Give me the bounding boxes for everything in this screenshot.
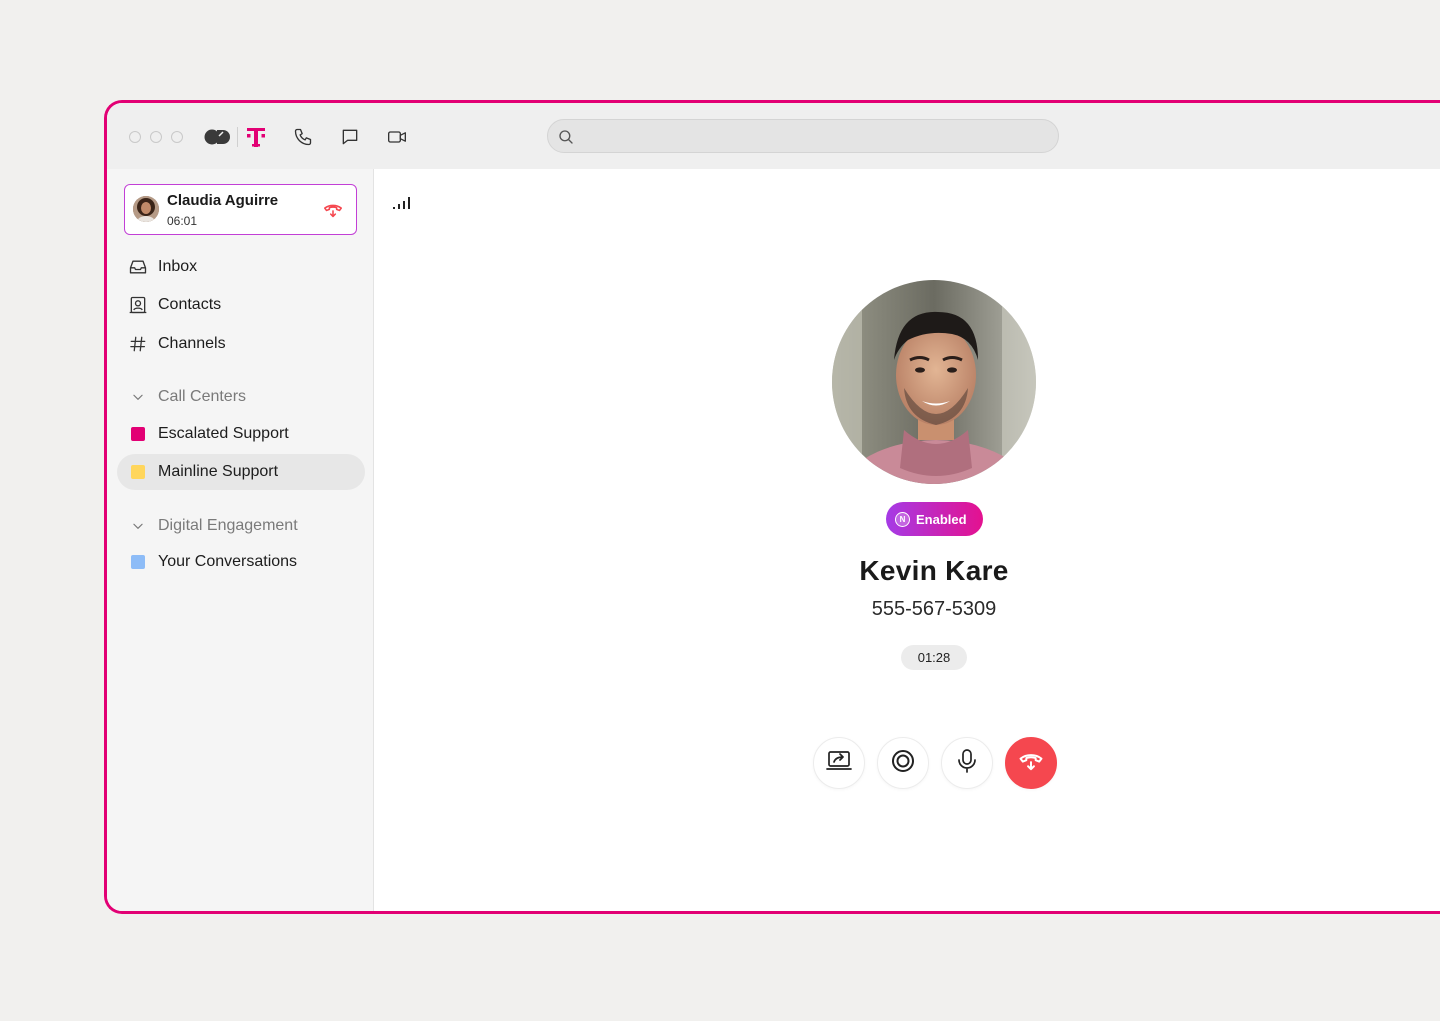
title-bar xyxy=(107,103,1440,170)
caller-phone: 555-567-5309 xyxy=(871,598,997,620)
inbox-icon xyxy=(128,257,148,277)
ai-badge-icon: N xyxy=(895,511,910,527)
contacts-icon xyxy=(128,295,148,315)
caller-photo xyxy=(832,280,1036,484)
window-minimize-button[interactable] xyxy=(150,131,162,143)
hang-up-icon xyxy=(1017,747,1045,780)
sidebar-item-label: Your Conversations xyxy=(158,553,298,570)
caller-name: Kevin Kare xyxy=(859,555,1009,586)
sidebar-item-label: Mainline Support xyxy=(158,463,279,480)
hang-up-icon[interactable] xyxy=(322,199,344,221)
search-bar[interactable] xyxy=(547,119,1059,153)
call-pane: N Enabled Kevin Kare 555-567-5309 01:28 xyxy=(374,169,1440,911)
color-swatch xyxy=(128,552,148,572)
section-call-centers[interactable]: Call Centers xyxy=(117,379,365,415)
screen-share-icon xyxy=(826,749,852,778)
t-brand-icon[interactable] xyxy=(244,125,268,149)
status-badge: N Enabled xyxy=(886,502,983,536)
microphone-icon xyxy=(955,748,979,779)
section-label: Digital Engagement xyxy=(158,517,298,534)
window-close-button[interactable] xyxy=(129,131,141,143)
sidebar-item-escalated-support[interactable]: Escalated Support xyxy=(117,416,365,452)
sidebar-item-label: Inbox xyxy=(158,258,198,275)
sidebar-item-inbox[interactable]: Inbox xyxy=(117,249,365,285)
avatar xyxy=(133,196,159,222)
app-window: Claudia Aguirre 06:01 Inbox Contacts Cha… xyxy=(104,100,1440,914)
titlebar-divider xyxy=(237,127,238,147)
section-label: Call Centers xyxy=(158,388,247,405)
hash-icon xyxy=(128,334,148,354)
chevron-down-icon xyxy=(128,516,148,536)
active-call-card[interactable]: Claudia Aguirre 06:01 xyxy=(124,184,357,235)
color-swatch xyxy=(128,424,148,444)
sidebar: Claudia Aguirre 06:01 Inbox Contacts Cha… xyxy=(107,169,374,911)
search-input[interactable] xyxy=(582,120,1046,152)
phone-icon[interactable] xyxy=(291,125,315,149)
sidebar-item-label: Escalated Support xyxy=(158,425,289,442)
sidebar-item-channels[interactable]: Channels xyxy=(117,326,365,362)
sidebar-item-contacts[interactable]: Contacts xyxy=(117,287,365,323)
chat-icon[interactable] xyxy=(338,125,362,149)
color-swatch xyxy=(128,462,148,482)
sidebar-item-label: Channels xyxy=(158,335,226,352)
sidebar-item-your-conversations[interactable]: Your Conversations xyxy=(117,544,365,580)
end-call-button[interactable] xyxy=(1005,737,1057,789)
app-logo-icon[interactable] xyxy=(202,125,232,149)
window-maximize-button[interactable] xyxy=(171,131,183,143)
chevron-down-icon xyxy=(128,387,148,407)
screen-share-button[interactable] xyxy=(813,737,865,789)
section-digital-engagement[interactable]: Digital Engagement xyxy=(117,508,365,544)
status-badge-label: Enabled xyxy=(916,511,967,527)
sidebar-item-label: Contacts xyxy=(158,296,222,313)
active-call-name: Claudia Aguirre xyxy=(167,192,279,209)
sidebar-item-mainline-support[interactable]: Mainline Support xyxy=(117,454,365,490)
record-button[interactable] xyxy=(877,737,929,789)
mute-button[interactable] xyxy=(941,737,993,789)
record-icon xyxy=(891,749,915,778)
signal-strength-icon xyxy=(392,193,414,216)
active-call-duration: 06:01 xyxy=(167,214,198,228)
call-timer: 01:28 xyxy=(901,645,967,670)
video-icon[interactable] xyxy=(385,125,409,149)
search-icon xyxy=(557,128,575,151)
